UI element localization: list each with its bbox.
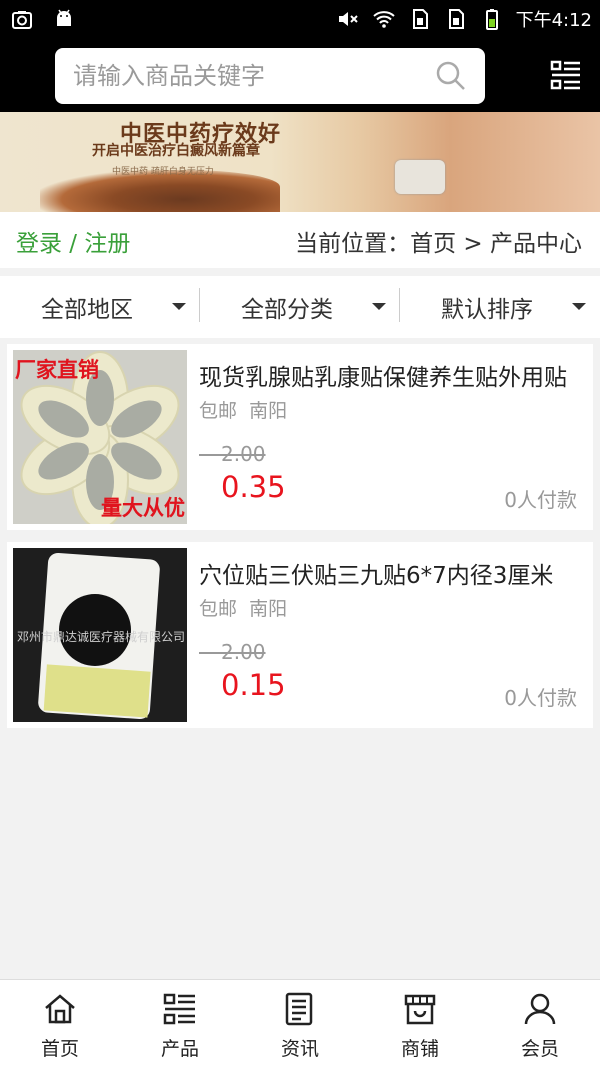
product-shipping: 包邮: [199, 400, 238, 422]
filter-bar: 全部地区 全部分类 默认排序: [0, 276, 600, 338]
search-input[interactable]: [73, 58, 423, 94]
product-image[interactable]: 邓州市鼎达诚医疗器械有限公司: [13, 548, 187, 722]
sim2-icon: [448, 9, 464, 29]
product-location: 南阳: [249, 400, 288, 422]
product-image-watermark: 邓州市鼎达诚医疗器械有限公司: [17, 630, 186, 644]
filter-sort[interactable]: 默认排序: [400, 276, 600, 338]
product-title[interactable]: 现货乳腺贴乳康贴保健养生贴外用贴: [199, 358, 583, 392]
filter-category[interactable]: 全部分类: [200, 276, 400, 338]
product-location: 南阳: [249, 598, 288, 620]
tab-news[interactable]: 资讯: [240, 980, 360, 1067]
product-price: 0.15: [221, 668, 286, 702]
header-bar: [0, 40, 600, 112]
original-price-value: 2.00: [221, 640, 266, 664]
mute-icon: [338, 12, 358, 26]
tab-store[interactable]: 商铺: [360, 980, 480, 1067]
filter-region[interactable]: 全部地区: [0, 276, 200, 338]
news-icon: [285, 992, 313, 1026]
product-card[interactable]: 厂家直销 量大从优 现货乳腺贴乳康贴保健养生贴外用贴 包邮 南阳 —2.00 0…: [7, 344, 593, 530]
product-title[interactable]: 穴位贴三伏贴三九贴6*7内径3厘米: [199, 556, 583, 590]
breadcrumb-bar: 登录 / 注册 当前位置：首页 > 产品中心: [0, 212, 600, 268]
caret-down-icon: [172, 303, 186, 310]
category-menu-icon[interactable]: [550, 59, 582, 91]
tab-products-label: 产品: [160, 1038, 199, 1060]
caret-down-icon: [372, 303, 386, 310]
tab-home[interactable]: 首页: [0, 980, 120, 1067]
products-icon: [163, 993, 195, 1025]
tab-news-label: 资讯: [280, 1038, 319, 1060]
filter-sort-label: 默认排序: [441, 297, 533, 323]
banner-patch-image: [395, 160, 445, 194]
login-register-link[interactable]: 登录 / 注册: [16, 224, 130, 258]
bottom-tab-bar: 首页 产品 资讯 商铺 会员: [0, 979, 600, 1067]
battery-icon: [485, 9, 498, 30]
original-price-value: 2.00: [221, 442, 266, 466]
caret-down-icon: [572, 303, 586, 310]
product-meta: 包邮 南阳: [199, 396, 287, 423]
screenshot-icon: [12, 11, 32, 29]
product-image[interactable]: 厂家直销 量大从优: [13, 350, 187, 524]
product-original-price: —2.00: [199, 640, 266, 664]
filter-category-label: 全部分类: [241, 297, 333, 323]
product-meta: 包邮 南阳: [199, 594, 287, 621]
product-original-price: —2.00: [199, 442, 266, 466]
store-icon: [404, 994, 436, 1025]
tab-home-label: 首页: [40, 1038, 79, 1060]
product-sold-count: 0人付款: [504, 488, 577, 512]
product-image-top-label: 厂家直销: [15, 358, 99, 382]
filter-region-label: 全部地区: [41, 297, 133, 323]
search-box[interactable]: [55, 48, 485, 104]
product-price: 0.35: [221, 470, 286, 504]
promo-banner[interactable]: 中医中药疗效好 开启中医治疗白癜风新篇章 中医中药 疏肝白身无压力: [0, 112, 600, 212]
tab-member-label: 会员: [520, 1038, 559, 1060]
product-sold-count: 0人付款: [504, 686, 577, 710]
status-time: 下午4:12: [515, 10, 592, 31]
android-icon: [57, 9, 71, 26]
member-icon: [524, 993, 556, 1025]
home-icon: [45, 994, 75, 1024]
product-card[interactable]: 邓州市鼎达诚医疗器械有限公司 穴位贴三伏贴三九贴6*7内径3厘米 包邮 南阳 —…: [7, 542, 593, 728]
product-shipping: 包邮: [199, 598, 238, 620]
wifi-icon: [372, 11, 395, 28]
tab-products[interactable]: 产品: [120, 980, 240, 1067]
product-image-bottom-label: 量大从优: [101, 496, 185, 520]
sim1-icon: [412, 9, 428, 29]
tab-store-label: 商铺: [400, 1038, 439, 1060]
banner-small-text: 中医中药 疏肝白身无压力: [112, 167, 214, 177]
status-bar: 下午4:12: [0, 0, 600, 40]
banner-subline: 开启中医治疗白癜风新篇章: [92, 143, 260, 159]
breadcrumb[interactable]: 当前位置：首页 > 产品中心: [295, 224, 582, 258]
tab-member[interactable]: 会员: [480, 980, 600, 1067]
search-icon[interactable]: [435, 60, 467, 92]
